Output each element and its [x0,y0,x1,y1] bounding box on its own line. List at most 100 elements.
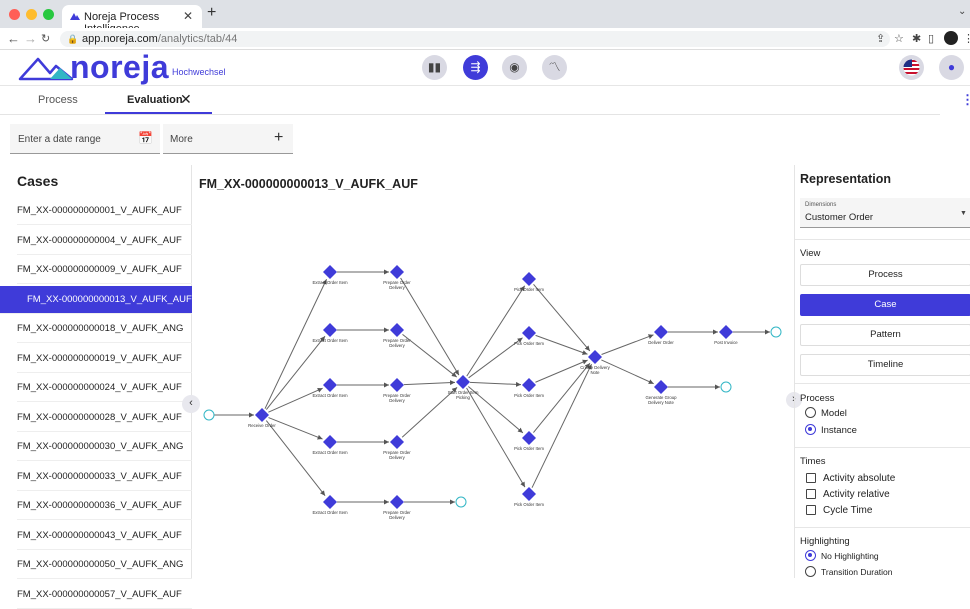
view-pattern-button[interactable]: Pattern [800,324,970,346]
case-list-item[interactable]: FM_XX-000000000018_V_AUFK_ANG [17,315,192,343]
language-flag-button[interactable] [899,55,924,80]
view-timeline-button[interactable]: Timeline [800,354,970,376]
share-icon[interactable]: ⇪ [876,32,885,45]
new-tab-button[interactable]: + [207,4,216,22]
minimize-window-button[interactable] [26,9,37,20]
view-case-button[interactable]: Case [800,294,970,316]
activity-node[interactable] [654,380,668,394]
tab-evaluation[interactable]: Evaluation [127,86,183,114]
no-highlighting-label: No Highlighting [821,551,879,561]
process-instance-radio[interactable] [805,424,816,435]
transition-duration-label: Transition Duration [821,567,893,577]
tab-list-chevron-icon[interactable]: ⌄ [958,6,966,17]
case-list-item[interactable]: FM_XX-000000000033_V_AUFK_AUF [17,463,192,491]
tab-process[interactable]: Process [38,86,78,114]
transition-duration-radio[interactable] [805,566,816,577]
browser-tab[interactable]: Noreja Process Intelligence ✕ [62,5,202,35]
case-list-item[interactable]: FM_XX-000000000030_V_AUFK_ANG [17,433,192,461]
activity-absolute-label: Activity absolute [823,473,896,484]
activity-node[interactable] [390,435,404,449]
nav-analysis-icon[interactable]: ◉ [502,55,527,80]
activity-node[interactable] [522,272,536,286]
us-flag-icon [903,59,920,76]
back-arrow-icon[interactable]: ← [7,31,20,46]
close-tab-evaluation-icon[interactable]: ✕ [180,91,192,108]
process-model-radio[interactable] [805,407,816,418]
case-list-item[interactable]: FM_XX-000000000001_V_AUFK_AUF [17,197,192,225]
process-instance-label: Instance [821,425,857,436]
highlighting-label: Highlighting [800,536,850,547]
end-event-node[interactable] [720,381,732,393]
graph-edge [535,359,588,383]
activity-node[interactable] [522,378,536,392]
tab-options-menu-icon[interactable]: ⋮ [961,92,970,108]
process-graph[interactable]: Receive OrderExtract Order Item Prepare O… [195,255,790,520]
case-list-item[interactable]: FM_XX-000000000019_V_AUFK_AUF [17,345,192,373]
bookmark-star-icon[interactable]: ☆ [894,32,904,45]
activity-node[interactable] [522,431,536,445]
more-filters-field[interactable]: More + [163,124,293,154]
activity-node[interactable] [456,375,470,389]
case-list-item[interactable]: FM_XX-000000000050_V_AUFK_ANG [17,551,192,579]
add-filter-plus-icon[interactable]: + [274,129,283,147]
activity-node[interactable] [390,495,404,509]
activity-absolute-checkbox[interactable] [806,473,816,483]
close-tab-icon[interactable]: ✕ [183,9,193,23]
maximize-window-button[interactable] [43,9,54,20]
activity-node[interactable] [390,265,404,279]
profile-avatar-icon[interactable] [944,31,958,45]
graph-edge [268,417,323,440]
activity-node-label: Deliver Order [648,340,674,345]
url-input[interactable]: 🔒 app.noreja.com/analytics/tab/44 [60,31,890,47]
activity-node-label: Pick Order Item [514,287,544,292]
nav-insights-icon[interactable]: 〽 [542,55,567,80]
nav-dashboard-chart-icon[interactable]: ▮▮ [422,55,447,80]
nav-process-flow-icon[interactable]: ⇶ [463,55,488,80]
no-highlighting-radio[interactable] [805,550,816,561]
activity-node[interactable] [255,408,269,422]
end-event-node[interactable] [770,326,782,338]
activity-node[interactable] [323,378,337,392]
case-list-item[interactable]: FM_XX-000000000057_V_AUFK_AUF [17,581,192,609]
case-list-item[interactable]: FM_XX-000000000013_V_AUFK_AUF [0,285,192,314]
activity-relative-checkbox[interactable] [806,489,816,499]
case-list-item[interactable]: FM_XX-000000000043_V_AUFK_AUF [17,522,192,550]
activity-node[interactable] [522,326,536,340]
activity-node[interactable] [323,435,337,449]
activity-node[interactable] [323,495,337,509]
case-list-item[interactable]: FM_XX-000000000009_V_AUFK_AUF [17,256,192,284]
activity-node[interactable] [654,325,668,339]
case-list-item[interactable]: FM_XX-000000000036_V_AUFK_AUF [17,492,192,520]
close-window-button[interactable] [9,9,20,20]
view-process-button[interactable]: Process [800,264,970,286]
forward-arrow-icon[interactable]: → [24,31,37,46]
end-event-node[interactable] [455,496,467,508]
user-account-icon[interactable]: ● [939,55,964,80]
activity-node[interactable] [323,265,337,279]
date-range-field[interactable]: Enter a date range 📅 [10,124,160,154]
case-list-item[interactable]: FM_XX-000000000028_V_AUFK_AUF [17,404,192,432]
activity-node[interactable] [588,350,602,364]
start-event-node[interactable] [203,409,215,421]
activity-node[interactable] [323,323,337,337]
sidebar-icon[interactable]: ▯ [928,32,934,45]
graph-nodes: Receive OrderExtract Order Item Prepare O… [203,265,782,520]
browser-menu-icon[interactable]: ⋮ [963,32,970,45]
logo-wordmark: noreja [70,49,170,85]
activity-node-label: Delivery [389,343,405,348]
reload-icon[interactable]: ↻ [41,32,50,45]
representation-title: Representation [800,172,891,186]
activity-node[interactable] [390,378,404,392]
activity-node[interactable] [522,487,536,501]
case-list-item[interactable]: FM_XX-000000000024_V_AUFK_AUF [17,374,192,402]
extensions-puzzle-icon[interactable]: ✱ [912,32,921,45]
calendar-icon[interactable]: 📅 [138,131,153,145]
activity-node[interactable] [390,323,404,337]
process-model-label: Model [821,408,847,419]
representation-panel: Representation Dimensions Customer Order… [794,165,970,578]
activity-node[interactable] [719,325,733,339]
cycle-time-checkbox[interactable] [806,505,816,515]
graph-edge [400,277,460,376]
case-list-item[interactable]: FM_XX-000000000004_V_AUFK_AUF [17,227,192,255]
dimensions-select[interactable]: Dimensions Customer Order ▼ [800,198,970,228]
